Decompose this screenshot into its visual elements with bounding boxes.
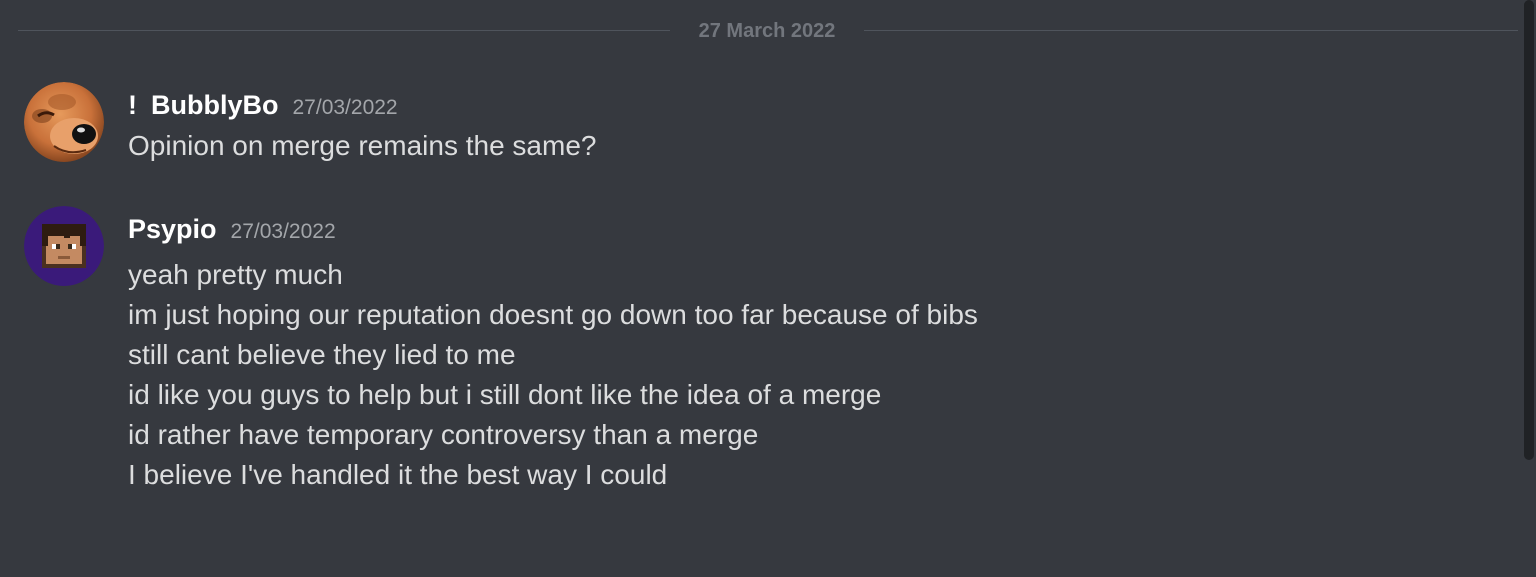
timestamp: 27/03/2022	[230, 220, 336, 243]
date-divider: 27 March 2022	[18, 20, 1518, 42]
message-body: Opinion on merge remains the same?	[128, 124, 596, 174]
message-line: I believe I've handled it the best way I…	[128, 459, 668, 490]
message-line: Opinion on merge remains the same?	[128, 130, 597, 161]
message-body: yeah pretty much im just hoping our repu…	[128, 250, 978, 500]
message-header: Psypio 27/03/2022	[128, 212, 336, 246]
date-divider-label: 27 March 2022	[698, 20, 836, 42]
author-prefix: !	[128, 90, 137, 120]
message-header: ! BubblyBo 27/03/2022	[128, 88, 398, 122]
divider-line-right	[864, 30, 1518, 31]
dog-face-avatar-icon[interactable]	[24, 82, 104, 162]
username[interactable]: BubblyBo	[151, 90, 279, 120]
username[interactable]: Psypio	[128, 214, 217, 244]
scrollbar[interactable]	[1524, 0, 1534, 460]
divider-line-left	[18, 30, 670, 31]
pixel-character-avatar-icon[interactable]	[24, 206, 104, 286]
timestamp: 27/03/2022	[292, 96, 398, 119]
